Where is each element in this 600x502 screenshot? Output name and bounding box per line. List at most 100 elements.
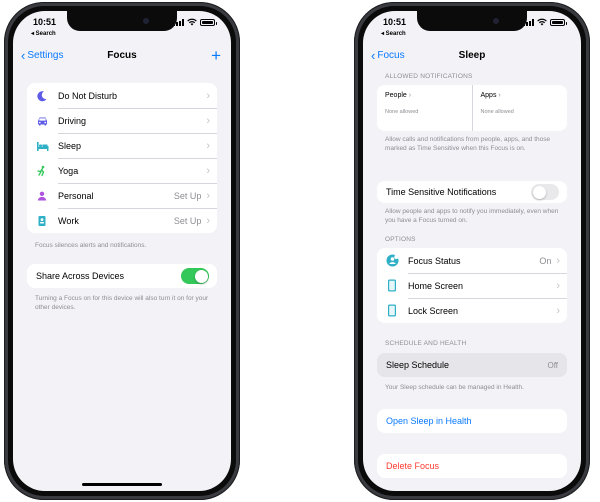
allowed-notifications-header: Allowed Notifications bbox=[385, 73, 473, 80]
time-sensitive-group: Time Sensitive Notifications bbox=[377, 181, 567, 203]
share-across-devices-label: Share Across Devices bbox=[36, 271, 125, 281]
time-sensitive-label: Time Sensitive Notifications bbox=[386, 187, 497, 197]
focus-list: Do Not Disturb › Driving › Sleep › Yoga … bbox=[27, 83, 217, 233]
share-group: Share Across Devices bbox=[27, 264, 217, 288]
option-lock-screen[interactable]: Lock Screen › bbox=[377, 298, 567, 323]
wifi-icon bbox=[187, 18, 197, 26]
focus-item-yoga[interactable]: Yoga › bbox=[27, 158, 217, 183]
chevron-right-icon: › bbox=[556, 279, 560, 292]
chevron-right-icon: › bbox=[206, 114, 210, 127]
sleep-schedule-label: Sleep Schedule bbox=[386, 360, 450, 370]
wifi-icon bbox=[537, 18, 547, 26]
chevron-right-icon: › bbox=[206, 139, 210, 152]
share-footnote: Turning a Focus on for this device will … bbox=[35, 295, 209, 311]
battery-icon bbox=[550, 18, 567, 26]
open-sleep-in-health-button[interactable]: Open Sleep in Health bbox=[377, 409, 567, 433]
focus-footnote: Focus silences alerts and notifications. bbox=[35, 242, 147, 249]
notch bbox=[417, 11, 527, 31]
people-subtitle: None allowed bbox=[385, 109, 419, 115]
focus-item-value: Set Up bbox=[173, 190, 202, 201]
iphone-right: 10:51 ◂ Search ‹ Focus Sleep Allowed bbox=[354, 2, 590, 500]
camera bbox=[143, 18, 149, 24]
focus-item-label: Driving bbox=[58, 115, 87, 126]
focus-item-personal[interactable]: Personal Set Up › bbox=[27, 183, 217, 208]
status-icons bbox=[523, 18, 567, 26]
add-focus-button[interactable]: + bbox=[211, 46, 221, 66]
chevron-right-icon: › bbox=[206, 164, 210, 177]
chevron-right-icon: › bbox=[556, 304, 560, 317]
page-title: Sleep bbox=[458, 50, 486, 61]
chevron-right-icon: › bbox=[206, 89, 210, 102]
badge-icon bbox=[35, 214, 49, 228]
focus-status-icon bbox=[385, 254, 399, 268]
focus-item-label: Yoga bbox=[58, 165, 79, 176]
chevron-right-icon: › bbox=[498, 92, 501, 99]
chevron-right-icon: › bbox=[556, 254, 560, 267]
option-label: Focus Status bbox=[408, 255, 461, 266]
apps-cell[interactable]: Apps › None allowed bbox=[471, 85, 568, 131]
delete-group: Delete Focus bbox=[377, 454, 567, 478]
focus-item-value: Set Up bbox=[173, 215, 202, 226]
phone-home-icon bbox=[385, 279, 399, 293]
people-cell[interactable]: People › None allowed bbox=[377, 85, 472, 131]
allowed-footnote: Allow calls and notifications from peopl… bbox=[385, 136, 551, 152]
nav-bar: ‹ Settings Focus + bbox=[13, 46, 231, 69]
chevron-right-icon: › bbox=[206, 214, 210, 227]
apps-subtitle: None allowed bbox=[480, 109, 514, 115]
focus-item-label: Sleep bbox=[58, 140, 82, 151]
options-header: Options bbox=[385, 236, 416, 243]
option-home-screen[interactable]: Home Screen › bbox=[377, 273, 567, 298]
sleep-schedule-row[interactable]: Sleep Schedule Off bbox=[377, 353, 567, 377]
allowed-notifications-group: People › None allowed Apps › None allowe… bbox=[377, 85, 567, 131]
bezel: 10:51 ◂ Search ‹ Focus Sleep Allowed bbox=[358, 6, 586, 496]
back-to-app-link[interactable]: ◂ Search bbox=[31, 30, 56, 37]
notch bbox=[67, 11, 177, 31]
focus-item-label: Work bbox=[58, 215, 79, 226]
focus-item-work[interactable]: Work Set Up › bbox=[27, 208, 217, 233]
focus-item-sleep[interactable]: Sleep › bbox=[27, 133, 217, 158]
share-across-devices-row: Share Across Devices bbox=[27, 264, 217, 288]
option-label: Home Screen bbox=[408, 280, 464, 291]
share-across-devices-toggle[interactable] bbox=[181, 268, 209, 284]
camera bbox=[493, 18, 499, 24]
bed-icon bbox=[35, 139, 49, 153]
moon-icon bbox=[35, 89, 49, 103]
battery-icon bbox=[200, 18, 217, 26]
option-value: On bbox=[539, 255, 552, 266]
chevron-right-icon: › bbox=[206, 189, 210, 202]
sleep-screen: 10:51 ◂ Search ‹ Focus Sleep Allowed bbox=[363, 11, 581, 491]
open-health-group: Open Sleep in Health bbox=[377, 409, 567, 433]
sleep-schedule-group: Sleep Schedule Off bbox=[377, 353, 567, 377]
focus-item-label: Do Not Disturb bbox=[58, 90, 118, 101]
focus-item-driving[interactable]: Driving › bbox=[27, 108, 217, 133]
delete-focus-button[interactable]: Delete Focus bbox=[377, 454, 567, 478]
figure-icon bbox=[35, 164, 49, 178]
page-title: Focus bbox=[107, 50, 137, 61]
time-sensitive-toggle[interactable] bbox=[531, 184, 559, 200]
iphone-left: 10:51 ◂ Search ‹ Settings Focus + Do Not… bbox=[4, 2, 240, 500]
chevron-right-icon: › bbox=[408, 92, 412, 99]
back-to-app-link[interactable]: ◂ Search bbox=[381, 30, 406, 37]
home-indicator[interactable] bbox=[82, 483, 162, 486]
time-sensitive-footnote: Allow people and apps to notify you imme… bbox=[385, 208, 559, 224]
time-sensitive-row: Time Sensitive Notifications bbox=[377, 181, 567, 203]
schedule-footnote: Your Sleep schedule can be managed in He… bbox=[385, 384, 524, 391]
focus-item-do-not-disturb[interactable]: Do Not Disturb › bbox=[27, 83, 217, 108]
apps-label: Apps bbox=[480, 92, 497, 99]
car-icon bbox=[35, 114, 49, 128]
options-list: Focus Status On › Home Screen › Lock Scr… bbox=[377, 248, 567, 323]
nav-bar: ‹ Focus Sleep bbox=[363, 47, 581, 69]
stage: 10:51 ◂ Search ‹ Settings Focus + Do Not… bbox=[0, 0, 600, 502]
bezel: 10:51 ◂ Search ‹ Settings Focus + Do Not… bbox=[8, 6, 236, 496]
status-time: 10:51 bbox=[383, 17, 407, 27]
option-label: Lock Screen bbox=[408, 305, 459, 316]
option-focus-status[interactable]: Focus Status On › bbox=[377, 248, 567, 273]
focus-item-label: Personal bbox=[58, 190, 94, 201]
status-icons bbox=[173, 18, 217, 26]
phone-lock-icon bbox=[385, 304, 399, 318]
person-icon bbox=[35, 189, 49, 203]
status-time: 10:51 bbox=[33, 17, 57, 27]
focus-screen: 10:51 ◂ Search ‹ Settings Focus + Do Not… bbox=[13, 11, 231, 491]
people-label: People bbox=[385, 92, 407, 99]
schedule-health-header: Schedule and Health bbox=[385, 340, 467, 347]
